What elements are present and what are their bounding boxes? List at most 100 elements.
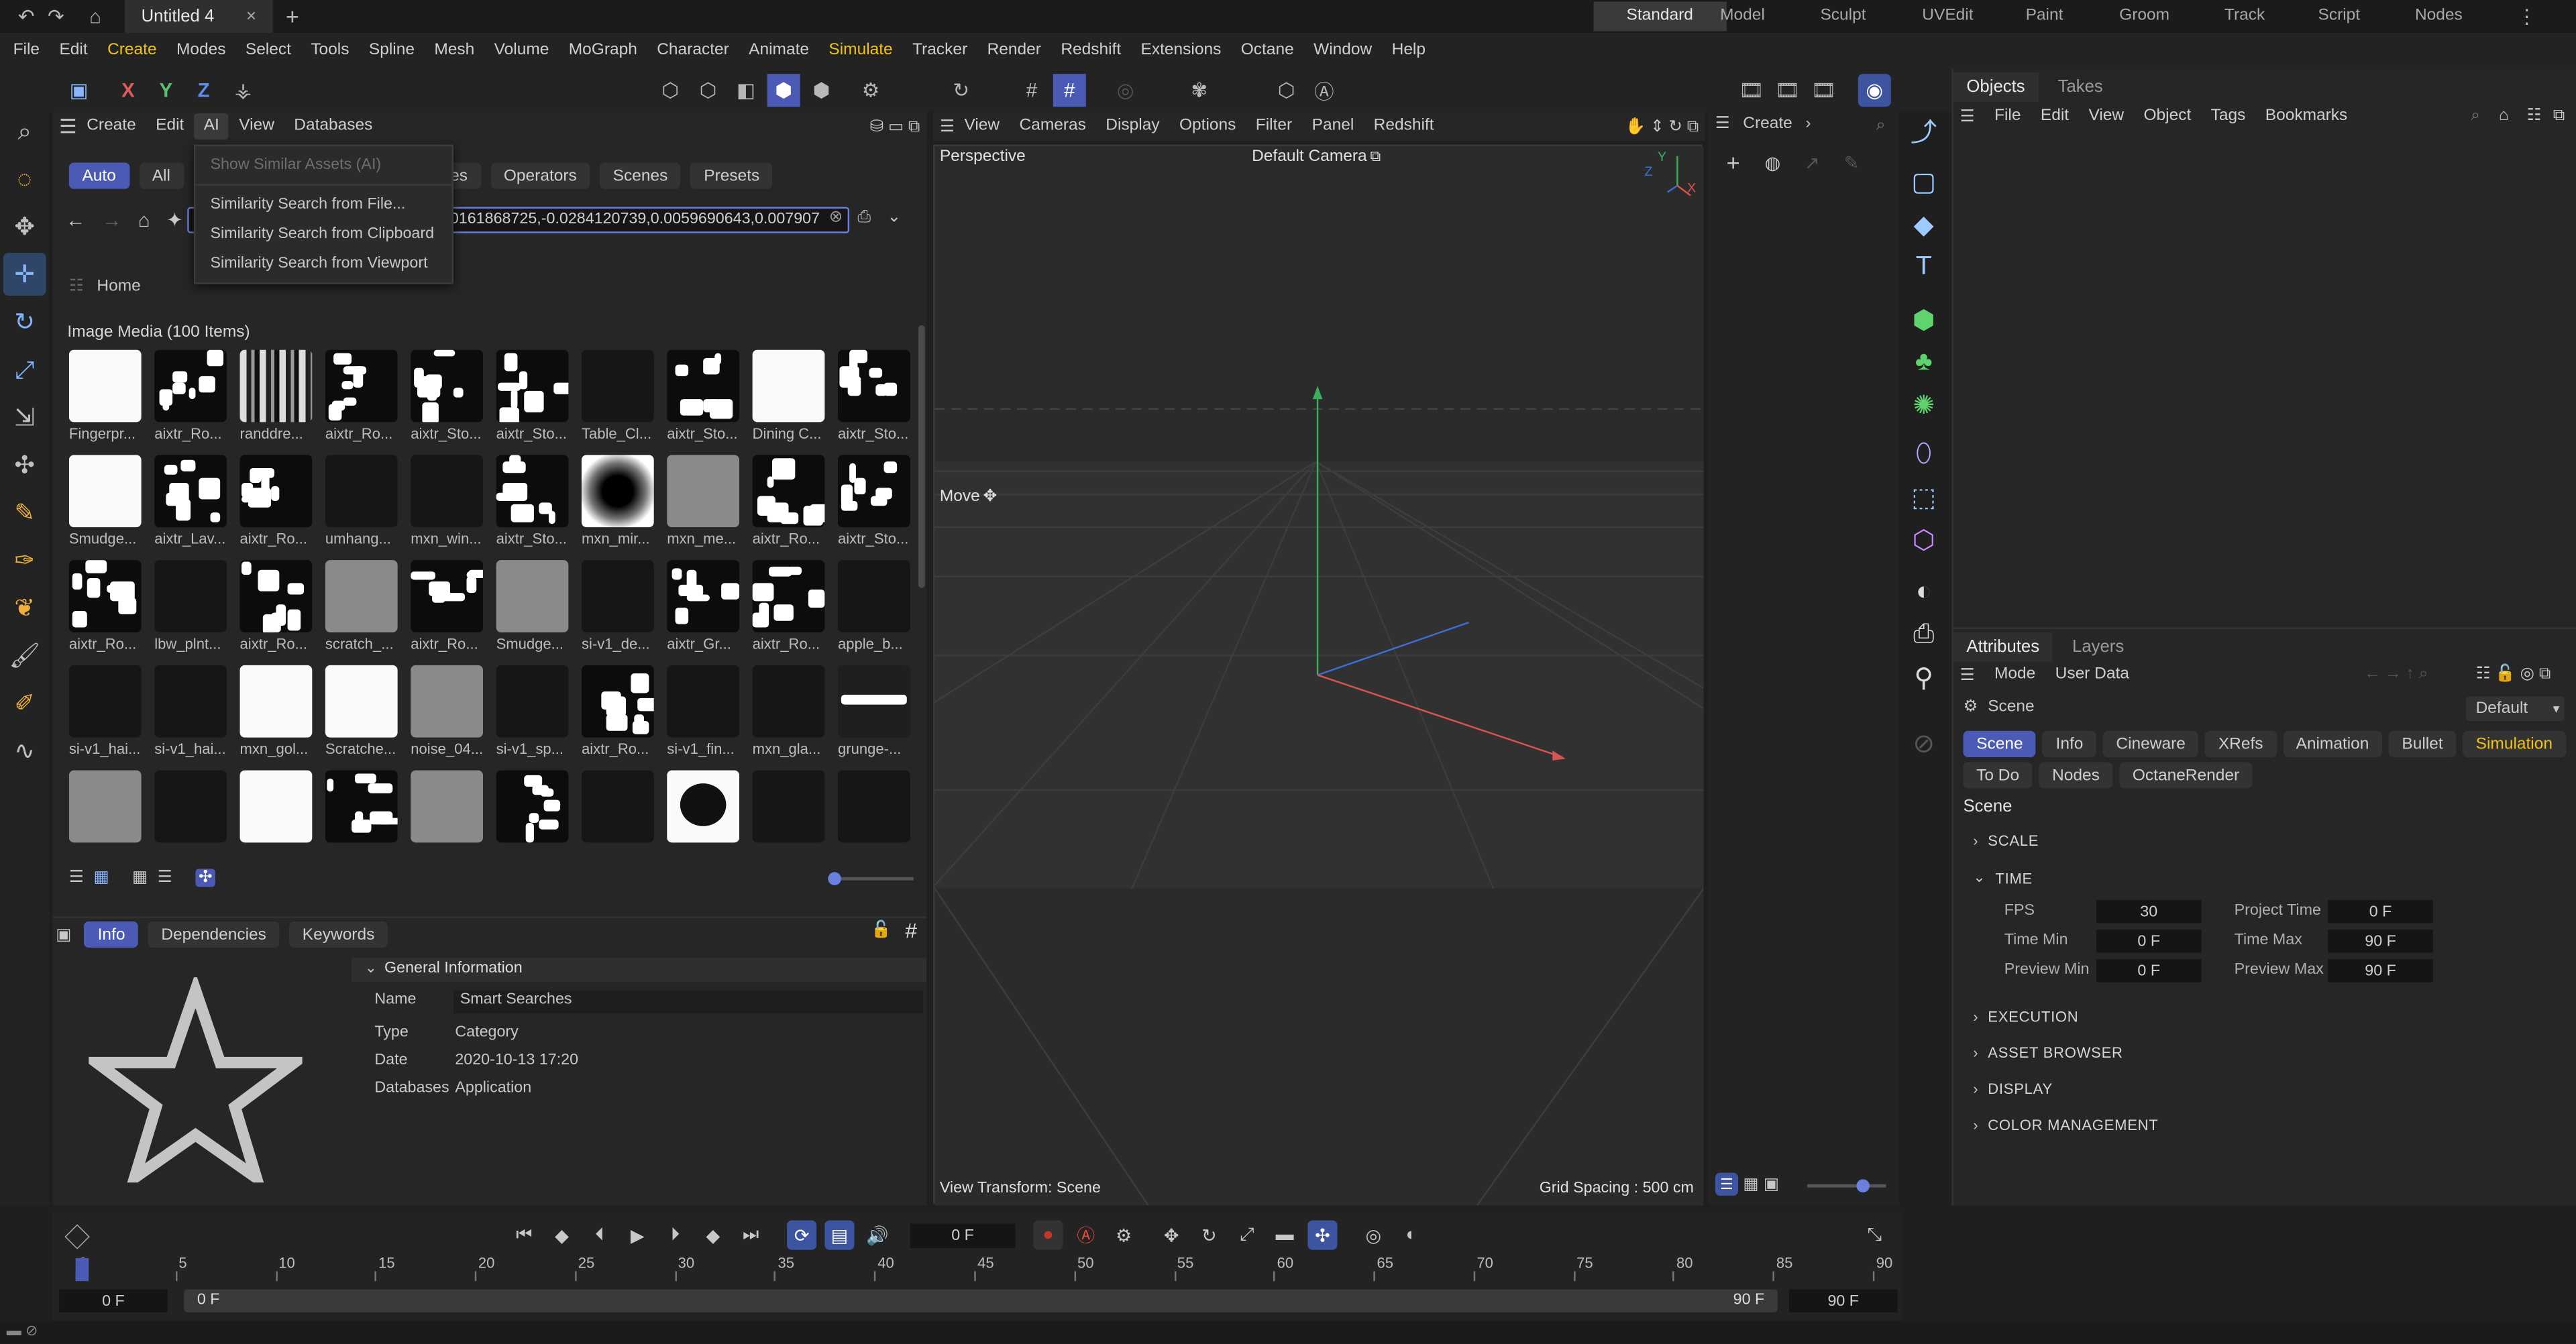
vp-menu-redshift[interactable]: Redshift (1364, 112, 1444, 142)
render-view-icon[interactable]: 🎞 (1735, 74, 1768, 107)
similarity-from-viewport-item[interactable]: Similarity Search from Viewport (210, 255, 427, 273)
perspective-viewport[interactable]: Perspective Default Camera ⧉ Y Z X Move … (933, 144, 1704, 1206)
groom-tool-icon[interactable]: ∿ (3, 729, 46, 772)
motion-clip-icon[interactable]: ◐ (1397, 1221, 1426, 1250)
tag-icon[interactable]: ⊘ (1902, 723, 1945, 766)
layout-standard[interactable]: Standard (1593, 1, 1726, 32)
menu-character[interactable]: Character (647, 33, 739, 69)
cache-icon[interactable]: ⬡ (1270, 74, 1303, 107)
asset-tile[interactable]: aixtr_Ro... (752, 455, 835, 557)
tab-layers[interactable]: Layers (2053, 632, 2144, 662)
create-search-icon[interactable]: ⌕ (1876, 117, 1886, 135)
asset-tile[interactable]: aixtr_Ro... (581, 665, 663, 767)
transform-tool-icon[interactable]: ⇲ (3, 396, 46, 439)
x-axis-lock-icon[interactable]: X (112, 74, 145, 107)
null-object-icon[interactable]: ▢ (1902, 161, 1945, 204)
motion-system-icon[interactable]: ◎ (1358, 1221, 1388, 1250)
vp-menu-cameras[interactable]: Cameras (1010, 112, 1096, 142)
octane-live-icon[interactable]: ◉ (1858, 74, 1891, 107)
attr-nav-icons[interactable]: ← → ↑ ⌕ (2364, 665, 2428, 683)
create-panel-title[interactable]: Create (1743, 115, 1792, 133)
snap-icon[interactable]: ⚙ (854, 74, 887, 107)
menu-animate[interactable]: Animate (739, 33, 818, 69)
model-mode-icon[interactable]: ⬢ (767, 74, 800, 107)
menu-file[interactable]: File (3, 33, 50, 69)
tab-info[interactable]: Info (85, 921, 139, 948)
chip-animation[interactable]: Animation (2282, 730, 2383, 757)
asset-tile[interactable]: si-v1_sp... (496, 665, 578, 767)
chip-info[interactable]: Info (2042, 730, 2097, 757)
prev-frame-icon[interactable]: ⏴ (585, 1221, 614, 1250)
render-settings-icon[interactable]: 🎞 (1807, 74, 1840, 107)
redo-icon[interactable]: ↷ (40, 0, 72, 33)
undo-view-icon[interactable]: ⤴ (1902, 109, 1945, 152)
spline-pen-icon[interactable]: ✎ (3, 491, 46, 534)
search-options-icon[interactable]: ⌄ (887, 209, 901, 227)
tab-attributes[interactable]: Attributes (1953, 632, 2053, 662)
vp-menu-panel[interactable]: Panel (1302, 112, 1364, 142)
layout-uvedit[interactable]: UVEdit (1922, 7, 1973, 25)
sync-icon[interactable]: ↻ (945, 74, 977, 107)
breadcrumb-home[interactable]: Home (97, 278, 140, 296)
objects-search-icon[interactable]: ⌕ (2471, 107, 2480, 125)
layout-script[interactable]: Script (2318, 7, 2361, 25)
menu-mesh[interactable]: Mesh (425, 33, 484, 69)
asset-tile[interactable]: aixtr_Sto... (496, 455, 578, 557)
go-to-start-icon[interactable]: ⏮ (509, 1221, 539, 1250)
asset-tile[interactable]: aixtr_Sto... (411, 349, 492, 452)
play-icon[interactable]: ▶ (623, 1221, 652, 1250)
chip-simulation[interactable]: Simulation (2463, 730, 2566, 757)
asset-tile[interactable]: aixtr_Ro... (239, 455, 322, 557)
z-axis-lock-icon[interactable]: Z (187, 74, 220, 107)
spline-sketch-icon[interactable]: ✑ (3, 539, 46, 581)
ab-menu-view[interactable]: View (229, 112, 284, 142)
menu-mograph[interactable]: MoGraph (559, 33, 647, 69)
objects-home-icon[interactable]: ⌂ (2499, 107, 2509, 125)
grid-view-icon[interactable]: ▦ (94, 869, 109, 887)
objects-expand-icon[interactable]: ⧉ (2553, 107, 2565, 125)
asset-tile[interactable]: umhang... (325, 455, 407, 557)
timeline-ruler[interactable]: 051015202530354045505560657075808590 (75, 1255, 1892, 1284)
move-tool-icon[interactable]: ✛ (3, 253, 46, 296)
material-sphere-icon[interactable]: ◍ (1758, 148, 1787, 177)
next-key-icon[interactable]: ◆ (698, 1221, 728, 1250)
detail-view-icon[interactable]: ☰ (158, 869, 172, 887)
y-axis-lock-icon[interactable]: Y (150, 74, 182, 107)
menu-select[interactable]: Select (235, 33, 301, 69)
filter-operators[interactable]: Operators (490, 162, 590, 189)
asset-tile[interactable]: scratch_... (325, 560, 407, 662)
asset-tile[interactable]: si-v1_hai... (68, 665, 151, 767)
search-icon[interactable]: ⌕ (3, 110, 46, 153)
edges-mode-icon[interactable]: ⬡ (692, 74, 724, 107)
close-tab-icon[interactable]: × (246, 7, 256, 26)
hamburger-icon[interactable]: ☰ (59, 115, 76, 137)
hash-icon[interactable]: # (905, 918, 917, 943)
create-hamburger-icon[interactable]: ☰ (1715, 115, 1730, 133)
next-frame-icon[interactable]: ⏵ (660, 1221, 690, 1250)
filter-toggle-icon[interactable]: ✣ (195, 869, 216, 887)
ab-menu-create[interactable]: Create (77, 112, 146, 142)
lock-icon[interactable]: 🔓 (871, 921, 891, 940)
dynamics-icon[interactable]: ✾ (1183, 74, 1216, 107)
asset-tile[interactable]: aixtr_Ro... (752, 560, 835, 662)
panel-layout-icons[interactable]: ⛁ ▭ ⧉ (870, 117, 920, 135)
preset-dropdown[interactable]: Default ▾ (2465, 696, 2565, 722)
tab-dependencies[interactable]: Dependencies (148, 921, 280, 948)
asset-tile[interactable]: aixtr_Sto... (667, 349, 749, 452)
record-icon[interactable]: ● (1033, 1220, 1063, 1250)
chip-bullet[interactable]: Bullet (2388, 730, 2457, 757)
create-list-view-icon[interactable]: ☰ (1715, 1172, 1739, 1196)
fps-field[interactable]: 30 (2096, 900, 2202, 923)
list-view-icon[interactable]: ☰ (69, 869, 84, 887)
thumbnail-size-slider[interactable] (828, 872, 914, 886)
section-color-management[interactable]: › COLOR MANAGEMENT (1973, 1117, 2158, 1133)
camera-icon[interactable]: ⎙ (1902, 614, 1945, 657)
objects-filter-icon[interactable]: ☷ (2527, 107, 2542, 125)
similarity-from-clipboard-item[interactable]: Similarity Search from Clipboard (210, 225, 434, 243)
menu-render[interactable]: Render (977, 33, 1051, 69)
menu-window[interactable]: Window (1303, 33, 1382, 69)
menu-simulate[interactable]: Simulate (819, 33, 903, 69)
prev-key-icon[interactable]: ◆ (547, 1221, 577, 1250)
viewport-nav-icons[interactable]: ✋ ⇕ ↻ ⧉ (1625, 117, 1699, 135)
filter-scenes[interactable]: Scenes (600, 162, 681, 189)
